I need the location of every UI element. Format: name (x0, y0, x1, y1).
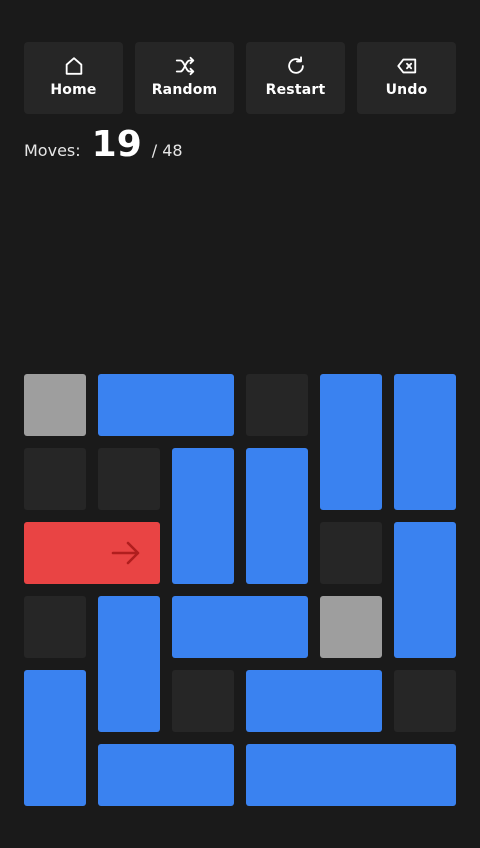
vertical-block[interactable] (98, 596, 160, 732)
empty-cell (320, 522, 382, 584)
moves-total: / 48 (151, 141, 183, 160)
empty-cell (246, 374, 308, 436)
vertical-block[interactable] (320, 374, 382, 510)
random-button-label: Random (151, 82, 218, 98)
empty-cell (98, 448, 160, 510)
home-icon (65, 57, 82, 75)
arrow-right-icon (111, 541, 140, 565)
restart-button-label: Restart (265, 82, 326, 98)
horizontal-block[interactable] (98, 744, 234, 806)
wall-cell (24, 374, 86, 436)
vertical-block[interactable] (394, 522, 456, 658)
restart-icon (287, 56, 304, 74)
undo-button[interactable]: Undo (357, 42, 456, 114)
random-button[interactable]: Random (135, 42, 234, 114)
wall-cell (320, 596, 382, 658)
vertical-block[interactable] (246, 448, 308, 584)
vertical-block[interactable] (24, 670, 86, 806)
horizontal-block[interactable] (98, 374, 234, 436)
shuffle-icon (175, 56, 194, 76)
vertical-block[interactable] (172, 448, 234, 584)
horizontal-block[interactable] (246, 670, 382, 732)
target-block[interactable] (24, 522, 160, 584)
restart-button[interactable]: Restart (246, 42, 345, 114)
empty-cell (24, 448, 86, 510)
horizontal-block[interactable] (172, 596, 308, 658)
empty-cell (394, 670, 456, 732)
moves-count: 19 (91, 124, 142, 165)
moves-label: Moves: (24, 141, 81, 160)
undo-backspace-icon (396, 58, 416, 74)
empty-cell (172, 670, 234, 732)
puzzle-board (24, 374, 456, 806)
home-button-label: Home (50, 82, 97, 98)
toolbar: Home Random Restart Undo (24, 42, 456, 114)
moves-counter: Moves: 19 / 48 (24, 124, 183, 174)
empty-cell (24, 596, 86, 658)
vertical-block[interactable] (394, 374, 456, 510)
undo-button-label: Undo (385, 82, 428, 98)
home-button[interactable]: Home (24, 42, 123, 114)
horizontal-block[interactable] (246, 744, 456, 806)
